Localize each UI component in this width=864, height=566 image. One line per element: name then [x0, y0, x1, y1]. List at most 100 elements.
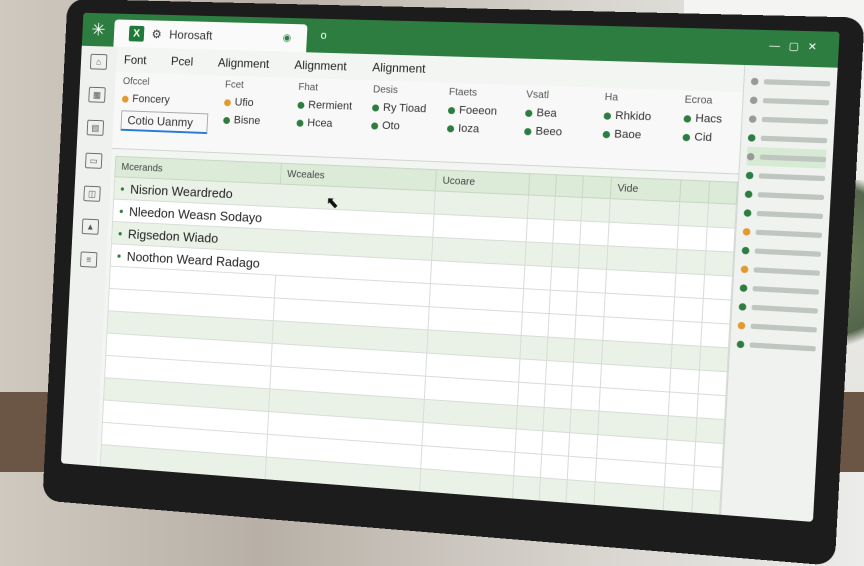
table-cell[interactable] [694, 442, 723, 468]
table-cell[interactable] [539, 478, 567, 504]
table-cell[interactable] [544, 384, 572, 409]
ribbon-item[interactable]: Foncery [122, 93, 209, 108]
table-cell[interactable] [568, 456, 597, 482]
column-header[interactable] [583, 176, 612, 199]
table-cell[interactable] [541, 454, 569, 479]
table-cell[interactable] [695, 418, 724, 444]
table-cell[interactable] [514, 452, 542, 477]
minimize-icon[interactable]: — [769, 41, 780, 53]
ribbon-item[interactable]: Oto [371, 119, 431, 133]
table-cell[interactable] [679, 202, 708, 227]
table-cell[interactable] [676, 249, 705, 274]
column-header[interactable] [708, 181, 737, 204]
list-icon[interactable]: ≡ [80, 251, 97, 267]
table-cell[interactable] [521, 312, 549, 337]
table-cell[interactable] [546, 361, 574, 386]
table-cell[interactable] [699, 346, 728, 372]
table-cell[interactable] [693, 465, 722, 491]
table-cell[interactable] [579, 245, 608, 270]
table-cell[interactable] [666, 440, 695, 466]
table-cell[interactable] [525, 242, 553, 267]
table-cell[interactable] [703, 275, 732, 300]
table-cell[interactable] [697, 394, 726, 420]
table-icon[interactable]: ▦ [88, 87, 106, 103]
tab-close-icon[interactable]: ◉ [282, 32, 291, 43]
table-cell[interactable] [663, 487, 692, 513]
table-cell[interactable] [547, 337, 575, 362]
table-cell[interactable] [675, 273, 704, 298]
table-cell[interactable] [523, 265, 551, 290]
table-cell[interactable] [580, 221, 609, 246]
table-cell[interactable] [519, 359, 547, 384]
ribbon-item[interactable]: Foeeon [448, 104, 509, 118]
table-cell[interactable] [707, 203, 736, 228]
ribbon-item[interactable]: Rhkido [603, 109, 667, 124]
database-icon[interactable]: ◫ [83, 186, 100, 202]
ribbon-item[interactable]: Bea [525, 107, 588, 121]
table-cell[interactable] [702, 298, 731, 323]
table-cell[interactable] [516, 406, 544, 431]
table-cell[interactable] [667, 416, 696, 442]
table-cell[interactable] [670, 368, 699, 394]
app-logo-icon[interactable]: ✳ [82, 19, 115, 40]
table-cell[interactable] [609, 199, 680, 226]
ribbon-item[interactable]: Hcea [296, 117, 355, 131]
table-cell[interactable] [548, 314, 576, 339]
table-cell[interactable] [574, 339, 603, 364]
table-cell[interactable] [594, 482, 665, 511]
table-cell[interactable] [542, 431, 570, 456]
table-cell[interactable] [526, 218, 554, 243]
table-cell[interactable] [581, 197, 610, 222]
table-cell[interactable] [578, 268, 607, 293]
table-cell[interactable] [570, 409, 599, 434]
table-cell[interactable] [549, 290, 577, 315]
column-header[interactable]: Vide [610, 177, 681, 202]
menu-alignment-2[interactable]: Alignment [294, 58, 347, 74]
table-cell[interactable] [554, 196, 582, 221]
ribbon-item[interactable]: Ioza [447, 122, 508, 136]
column-header[interactable] [555, 175, 583, 198]
table-cell[interactable] [575, 315, 604, 340]
table-cell[interactable] [550, 267, 578, 292]
table-cell[interactable] [522, 289, 550, 314]
close-icon[interactable]: ✕ [807, 42, 817, 54]
ribbon-item[interactable]: Bisne [223, 114, 281, 128]
table-cell[interactable] [576, 292, 605, 317]
menu-font[interactable]: Font [124, 53, 147, 67]
ribbon-item[interactable]: Rermient [297, 99, 356, 113]
table-cell[interactable] [552, 243, 580, 268]
table-cell[interactable] [678, 226, 707, 251]
table-cell[interactable] [543, 407, 571, 432]
ribbon-item[interactable]: Beeo [524, 125, 587, 140]
table-cell[interactable] [672, 321, 701, 346]
table-cell[interactable] [573, 362, 602, 387]
ribbon-item[interactable]: Cid [682, 131, 747, 146]
layout-icon[interactable]: ▤ [87, 120, 105, 136]
tab-extra[interactable]: o [320, 30, 327, 42]
menu-alignment-3[interactable]: Alignment [372, 60, 426, 76]
table-cell[interactable] [606, 246, 677, 273]
ribbon-item[interactable]: Ufio [224, 96, 282, 110]
table-cell[interactable] [700, 322, 729, 348]
menu-pcel[interactable]: Pcel [171, 54, 194, 68]
table-cell[interactable] [566, 480, 595, 506]
column-header[interactable] [528, 174, 556, 197]
chart-icon[interactable]: ▲ [82, 218, 99, 234]
panel-item[interactable] [750, 71, 830, 92]
table-cell[interactable] [517, 382, 545, 407]
ribbon-item[interactable]: Baoe [602, 128, 666, 143]
maximize-icon[interactable]: ▢ [788, 41, 799, 53]
table-cell[interactable] [520, 335, 548, 360]
panel-item[interactable] [736, 334, 816, 358]
home-icon[interactable]: ⌂ [90, 54, 108, 70]
table-cell[interactable] [569, 433, 598, 458]
table-cell[interactable] [669, 392, 698, 418]
menu-alignment-1[interactable]: Alignment [218, 56, 270, 71]
table-cell[interactable] [571, 386, 600, 411]
table-cell[interactable] [665, 463, 694, 489]
table-cell[interactable] [608, 222, 679, 249]
ribbon-item[interactable]: Ry Tioad [372, 101, 432, 115]
document-icon[interactable]: ▭ [85, 153, 102, 169]
table-cell[interactable] [671, 345, 700, 371]
table-cell[interactable] [512, 476, 540, 501]
